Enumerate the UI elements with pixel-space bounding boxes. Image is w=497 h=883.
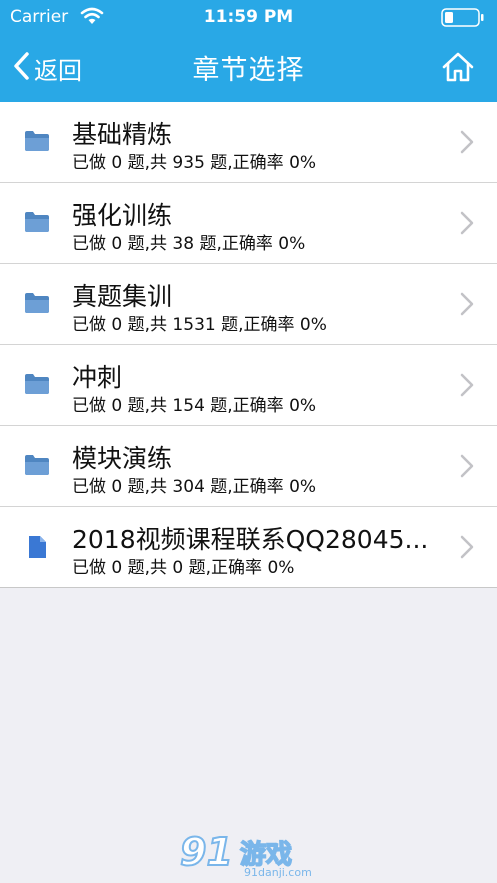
chapter-title: 真题集训 — [72, 282, 173, 311]
watermark-number: 91 — [179, 829, 234, 875]
back-label: 返回 — [34, 56, 82, 85]
chapter-stats: 已做 0 题,共 38 题,正确率 0% — [72, 234, 306, 254]
home-button[interactable] — [441, 50, 475, 84]
chapter-title: 模块演练 — [72, 444, 173, 473]
home-icon — [441, 52, 475, 88]
header: Carrier 11:59 PM 返回 章节选择 — [0, 0, 497, 102]
folder-icon — [24, 211, 50, 233]
chapter-stats: 已做 0 题,共 1531 题,正确率 0% — [72, 315, 327, 335]
chapter-stats: 已做 0 题,共 304 题,正确率 0% — [72, 477, 317, 497]
chapter-title: 2018视频课程联系QQ28045... — [72, 525, 429, 554]
chapter-title: 基础精炼 — [72, 120, 173, 149]
chapter-stats: 已做 0 题,共 935 题,正确率 0% — [72, 153, 317, 173]
chevron-right-icon — [460, 373, 474, 397]
chapter-title: 冲刺 — [72, 363, 123, 392]
chapter-list: 基础精炼 已做 0 题,共 935 题,正确率 0% 强化训练 已做 0 题,共… — [0, 102, 497, 588]
list-item[interactable]: 强化训练 已做 0 题,共 38 题,正确率 0% — [0, 183, 497, 264]
list-item[interactable]: 模块演练 已做 0 题,共 304 题,正确率 0% — [0, 426, 497, 507]
document-icon — [24, 535, 50, 558]
nav-bar: 返回 章节选择 — [0, 34, 497, 102]
folder-icon — [24, 130, 50, 152]
chapter-stats: 已做 0 题,共 154 题,正确率 0% — [72, 396, 317, 416]
status-bar: Carrier 11:59 PM — [0, 0, 497, 34]
chevron-right-icon — [460, 454, 474, 478]
list-item[interactable]: 2018视频课程联系QQ28045... 已做 0 题,共 0 题,正确率 0% — [0, 507, 497, 587]
list-item[interactable]: 冲刺 已做 0 题,共 154 题,正确率 0% — [0, 345, 497, 426]
chevron-right-icon — [460, 130, 474, 154]
chapter-title: 强化训练 — [72, 201, 173, 230]
chevron-right-icon — [460, 535, 474, 559]
back-button[interactable]: 返回 — [12, 50, 82, 86]
chapter-stats: 已做 0 题,共 0 题,正确率 0% — [72, 558, 295, 578]
watermark-url: 91danji.com — [244, 866, 312, 879]
clock: 11:59 PM — [203, 7, 294, 27]
folder-icon — [24, 373, 50, 395]
chevron-right-icon — [460, 292, 474, 316]
folder-icon — [24, 292, 50, 314]
watermark-logo: 91 游戏 91danji.com — [179, 829, 320, 880]
list-item[interactable]: 基础精炼 已做 0 题,共 935 题,正确率 0% — [0, 102, 497, 183]
folder-icon — [24, 454, 50, 476]
battery-icon — [441, 8, 485, 27]
chevron-right-icon — [460, 211, 474, 235]
list-item[interactable]: 真题集训 已做 0 题,共 1531 题,正确率 0% — [0, 264, 497, 345]
chevron-left-icon — [12, 51, 30, 85]
